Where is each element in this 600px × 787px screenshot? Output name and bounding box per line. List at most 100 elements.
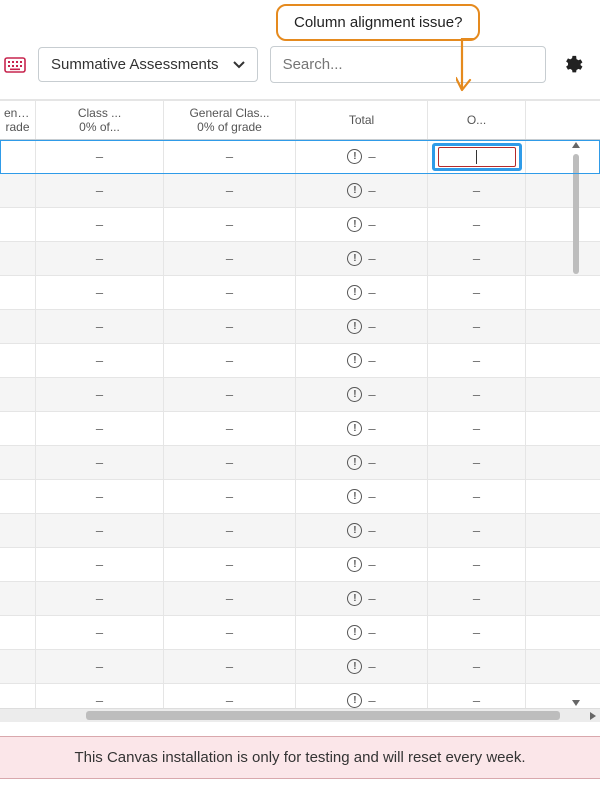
grade-cell[interactable]: – [36, 480, 164, 513]
grade-cell[interactable] [0, 650, 36, 683]
grade-cell[interactable]: – [36, 378, 164, 411]
grade-cell[interactable]: – [36, 412, 164, 445]
grade-cell[interactable] [0, 242, 36, 275]
total-cell[interactable]: !– [296, 480, 428, 513]
grade-cell[interactable] [0, 582, 36, 615]
grade-cell[interactable]: – [164, 344, 296, 377]
grade-cell[interactable]: – [36, 174, 164, 207]
grade-cell[interactable]: – [428, 310, 526, 343]
grade-cell[interactable]: – [164, 480, 296, 513]
grade-cell[interactable]: – [428, 242, 526, 275]
table-row[interactable]: ––!–– [0, 344, 600, 378]
grade-cell[interactable]: – [164, 242, 296, 275]
total-cell[interactable]: !– [296, 650, 428, 683]
grade-cell[interactable]: – [164, 582, 296, 615]
grade-cell[interactable]: – [428, 480, 526, 513]
grade-cell[interactable] [0, 412, 36, 445]
grade-cell[interactable]: – [164, 616, 296, 649]
table-row[interactable]: ––!–– [0, 378, 600, 412]
grade-cell[interactable]: – [36, 310, 164, 343]
total-cell[interactable]: !– [296, 140, 428, 173]
grade-cell[interactable]: – [428, 514, 526, 547]
grade-cell[interactable] [0, 446, 36, 479]
grade-cell[interactable]: – [164, 446, 296, 479]
table-row[interactable]: ––!–– [0, 582, 600, 616]
grade-cell[interactable]: – [164, 140, 296, 173]
grade-cell[interactable]: – [164, 412, 296, 445]
grade-cell[interactable]: – [428, 344, 526, 377]
table-row[interactable]: ––!–– [0, 412, 600, 446]
grade-cell[interactable]: – [36, 616, 164, 649]
active-edit-cell[interactable] [432, 143, 522, 171]
total-cell[interactable]: !– [296, 208, 428, 241]
grade-cell[interactable]: – [36, 344, 164, 377]
grade-cell[interactable] [0, 378, 36, 411]
grade-cell[interactable]: – [428, 684, 526, 708]
grade-cell[interactable]: – [164, 310, 296, 343]
column-header-total[interactable]: Total [296, 101, 428, 139]
vertical-scrollbar[interactable] [572, 140, 580, 708]
total-cell[interactable]: !– [296, 242, 428, 275]
scroll-thumb[interactable] [86, 711, 560, 720]
grade-cell[interactable]: – [428, 650, 526, 683]
grade-cell[interactable]: – [428, 412, 526, 445]
table-row[interactable]: ––!–– [0, 174, 600, 208]
total-cell[interactable]: !– [296, 616, 428, 649]
grade-cell[interactable]: – [36, 208, 164, 241]
total-cell[interactable]: !– [296, 276, 428, 309]
settings-button[interactable] [558, 51, 586, 79]
grade-cell[interactable] [0, 514, 36, 547]
table-row[interactable]: ––!–– [0, 242, 600, 276]
table-row[interactable]: ––!–– [0, 684, 600, 708]
grade-cell[interactable]: – [428, 616, 526, 649]
total-cell[interactable]: !– [296, 684, 428, 708]
grade-cell[interactable]: – [164, 514, 296, 547]
grade-cell[interactable]: – [428, 548, 526, 581]
total-cell[interactable]: !– [296, 310, 428, 343]
table-row[interactable]: ––!–– [0, 276, 600, 310]
grade-cell[interactable] [0, 310, 36, 343]
grade-cell[interactable]: – [36, 650, 164, 683]
column-header[interactable]: General Clas... 0% of grade [164, 101, 296, 139]
grade-cell[interactable] [0, 480, 36, 513]
grade-cell[interactable]: – [428, 276, 526, 309]
grade-cell[interactable] [0, 174, 36, 207]
grade-cell[interactable]: – [428, 582, 526, 615]
table-row[interactable]: ––!–– [0, 548, 600, 582]
grade-cell[interactable]: – [36, 582, 164, 615]
grade-cell[interactable] [428, 140, 526, 173]
column-header[interactable]: Class ... 0% of... [36, 101, 164, 139]
total-cell[interactable]: !– [296, 514, 428, 547]
table-row[interactable]: ––!–– [0, 616, 600, 650]
column-header[interactable]: O... [428, 101, 526, 139]
search-input[interactable] [270, 46, 546, 83]
total-cell[interactable]: !– [296, 446, 428, 479]
total-cell[interactable]: !– [296, 582, 428, 615]
total-cell[interactable]: !– [296, 378, 428, 411]
table-row[interactable]: ––!– [0, 140, 600, 174]
horizontal-scrollbar[interactable] [0, 708, 600, 722]
grade-cell[interactable] [0, 548, 36, 581]
grade-cell[interactable]: – [36, 140, 164, 173]
grade-cell[interactable]: – [36, 446, 164, 479]
grade-cell[interactable]: – [428, 174, 526, 207]
grade-cell[interactable]: – [36, 548, 164, 581]
grade-cell[interactable] [0, 208, 36, 241]
grade-cell[interactable]: – [428, 446, 526, 479]
table-row[interactable]: ––!–– [0, 650, 600, 684]
table-row[interactable]: ––!–– [0, 208, 600, 242]
grade-cell[interactable] [0, 276, 36, 309]
grade-cell[interactable]: – [164, 174, 296, 207]
grade-cell[interactable]: – [164, 276, 296, 309]
total-cell[interactable]: !– [296, 174, 428, 207]
total-cell[interactable]: !– [296, 548, 428, 581]
grade-cell[interactable]: – [428, 208, 526, 241]
grade-cell[interactable]: – [164, 378, 296, 411]
assignment-group-dropdown[interactable]: Summative Assessments [38, 47, 258, 82]
grade-cell[interactable]: – [36, 514, 164, 547]
grade-cell[interactable]: – [164, 548, 296, 581]
grade-cell[interactable]: – [36, 242, 164, 275]
table-row[interactable]: ––!–– [0, 310, 600, 344]
grade-cell[interactable]: – [164, 208, 296, 241]
grade-cell[interactable]: – [36, 276, 164, 309]
